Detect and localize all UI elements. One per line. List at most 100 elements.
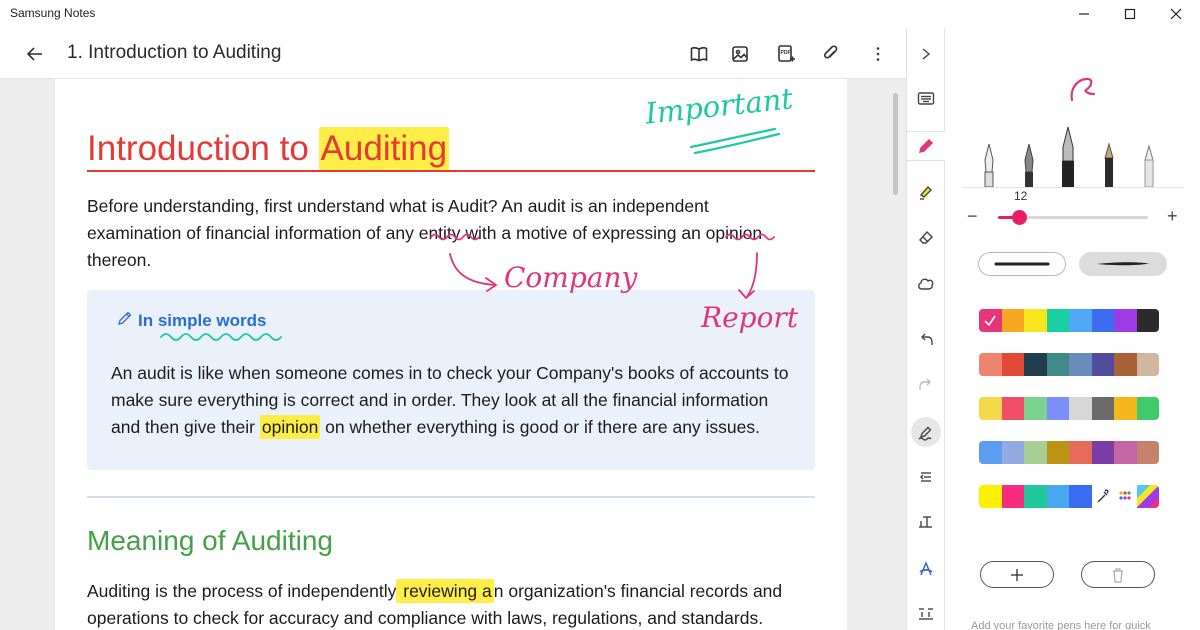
color-swatch[interactable] (1024, 441, 1047, 464)
color-swatch[interactable] (1114, 309, 1137, 332)
pen-to-text-icon[interactable] (911, 417, 941, 447)
note-page[interactable]: Introduction to Auditing Before understa… (55, 79, 847, 630)
text-align-icon[interactable] (911, 462, 941, 492)
meaning-highlight: reviewing a (396, 579, 494, 603)
title-bar: Samsung Notes (0, 0, 1200, 28)
color-swatch[interactable] (1001, 353, 1024, 376)
slider-thumb[interactable] (1012, 210, 1027, 225)
maximize-icon[interactable] (1107, 0, 1153, 28)
undo-icon[interactable] (911, 324, 941, 354)
trash-icon (1113, 567, 1123, 583)
color-swatch[interactable] (1001, 397, 1024, 420)
color-swatch[interactable] (1091, 397, 1114, 420)
color-swatch[interactable] (1046, 397, 1069, 420)
color-swatch-selected[interactable] (979, 309, 1002, 332)
increase-size-icon[interactable]: + (1167, 206, 1178, 227)
color-swatch[interactable] (979, 397, 1002, 420)
fountain-pen-icon[interactable] (980, 142, 998, 187)
color-row (979, 485, 1159, 508)
color-swatch[interactable] (1024, 485, 1047, 508)
uniform-stroke-button[interactable] (978, 252, 1066, 276)
calligraphy-pen-icon[interactable] (1020, 142, 1038, 187)
color-swatch[interactable] (1136, 441, 1159, 464)
decrease-size-icon[interactable]: − (967, 206, 978, 227)
handwritten-important: Important (643, 81, 795, 131)
color-swatch[interactable] (1069, 309, 1092, 332)
color-spectrum-icon[interactable] (1136, 485, 1159, 508)
word-opinion: opinion (705, 223, 763, 243)
tool-strip (906, 28, 945, 630)
redo-icon[interactable] (911, 369, 941, 399)
color-swatch[interactable] (1001, 485, 1024, 508)
color-swatch[interactable] (1136, 353, 1159, 376)
add-pen-button[interactable] (980, 561, 1054, 588)
color-swatch[interactable] (1069, 397, 1092, 420)
plus-icon (1011, 568, 1023, 581)
color-swatch[interactable] (1114, 353, 1137, 376)
color-swatch[interactable] (1069, 353, 1092, 376)
intro-line-2: examination of financial information of … (87, 220, 817, 247)
color-swatch[interactable] (1024, 309, 1047, 332)
eyedropper-icon[interactable] (1091, 485, 1114, 508)
color-swatch[interactable] (979, 441, 1002, 464)
lasso-icon[interactable] (911, 269, 941, 299)
color-swatch[interactable] (1114, 397, 1137, 420)
color-swatch[interactable] (1069, 485, 1092, 508)
more-colors-icon[interactable] (1114, 485, 1137, 508)
pen-icon[interactable] (907, 131, 945, 161)
note-title: 1. Introduction to Auditing (67, 42, 282, 63)
color-swatch[interactable] (1046, 441, 1069, 464)
vertical-scrollbar[interactable] (893, 93, 898, 195)
back-arrow-icon[interactable] (22, 41, 48, 67)
section-heading: Meaning of Auditing (87, 525, 333, 556)
intro-line-1: Before understanding, first understand w… (87, 196, 709, 216)
color-swatch[interactable] (1091, 353, 1114, 376)
close-icon[interactable] (1153, 0, 1199, 28)
callout-highlight: opinion (259, 415, 321, 439)
color-swatch[interactable] (1046, 485, 1069, 508)
color-swatch[interactable] (1114, 441, 1137, 464)
color-swatch[interactable] (1136, 397, 1159, 420)
image-icon[interactable] (727, 41, 753, 67)
eraser-icon[interactable] (911, 222, 941, 252)
color-swatch[interactable] (1091, 441, 1114, 464)
check-icon (984, 315, 996, 327)
color-swatch[interactable] (1001, 441, 1024, 464)
marker-tool-icon[interactable] (1140, 142, 1158, 187)
highlighter-icon[interactable] (911, 177, 941, 207)
heading-text: Introduction to (87, 129, 319, 168)
color-swatch[interactable] (1024, 397, 1047, 420)
book-view-icon[interactable] (686, 41, 712, 67)
callout-line-3: and then give their opinion on whether e… (111, 414, 811, 441)
callout-line-2: make sure everything is correct and in o… (111, 390, 769, 410)
note-header: 1. Introduction to Auditing PDF (0, 28, 906, 79)
app-title: Samsung Notes (10, 6, 96, 20)
handwriting-font-icon[interactable] (911, 554, 941, 584)
color-swatch[interactable] (979, 353, 1002, 376)
keyboard-icon[interactable] (911, 84, 941, 114)
color-swatch[interactable] (1091, 309, 1114, 332)
text-layout-icon[interactable] (911, 599, 941, 629)
more-icon[interactable] (865, 41, 891, 67)
collapse-panel-icon[interactable] (911, 39, 941, 69)
note-canvas[interactable]: Introduction to Auditing Before understa… (0, 79, 906, 630)
pen-size-slider[interactable] (998, 210, 1148, 225)
color-swatch[interactable] (1069, 441, 1092, 464)
minimize-icon[interactable] (1061, 0, 1107, 28)
delete-pen-button[interactable] (1081, 561, 1155, 588)
brush-pen-icon[interactable] (1058, 125, 1078, 187)
color-swatch[interactable] (979, 485, 1002, 508)
color-swatch[interactable] (1136, 309, 1159, 332)
attachment-icon[interactable] (818, 41, 844, 67)
callout-text: and then give their (111, 417, 260, 437)
pressure-stroke-button[interactable] (1079, 252, 1167, 276)
color-swatch[interactable] (1024, 353, 1047, 376)
pdf-export-icon[interactable]: PDF (773, 41, 799, 67)
pencil-tool-icon[interactable] (1100, 142, 1118, 187)
color-swatch[interactable] (1046, 309, 1069, 332)
text-format-icon[interactable] (911, 507, 941, 537)
color-swatch[interactable] (1046, 353, 1069, 376)
note-heading: Introduction to Auditing (87, 127, 450, 170)
meaning-line-2: operations to check for accuracy and com… (87, 608, 764, 628)
color-swatch[interactable] (1001, 309, 1024, 332)
